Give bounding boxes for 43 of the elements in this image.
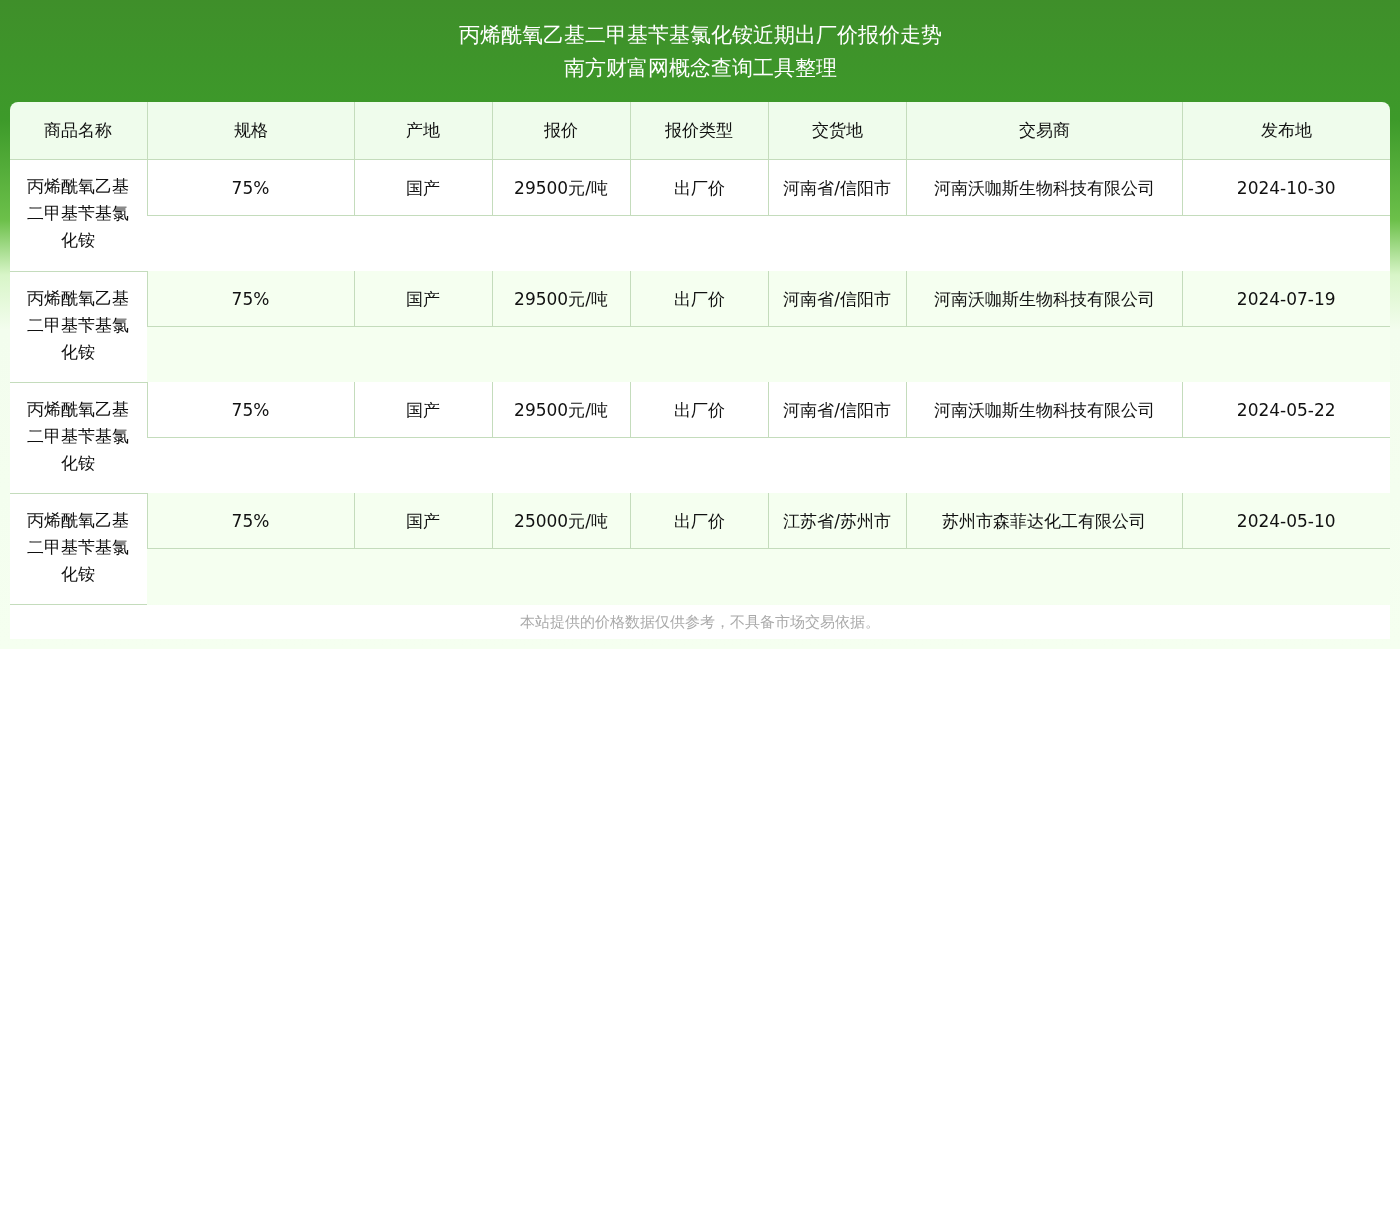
table-cell: 国产 — [354, 493, 492, 549]
page-title: 丙烯酰氧乙基二甲基苄基氯化铵近期出厂价报价走势 — [458, 22, 942, 49]
column-header: 报价类型 — [630, 102, 768, 160]
table-cell: 河南省/信阳市 — [768, 271, 906, 327]
table-cell: 29500元/吨 — [492, 382, 630, 438]
table-cell: 河南沃咖斯生物科技有限公司 — [906, 382, 1182, 438]
table-cell: 丙烯酰氧乙基二甲基苄基氯化铵 — [10, 271, 147, 382]
table-cell: 2024-05-22 — [1182, 382, 1390, 438]
table-cell: 出厂价 — [630, 159, 768, 216]
table-cell: 河南沃咖斯生物科技有限公司 — [906, 159, 1182, 216]
table-cell: 75% — [147, 271, 354, 327]
table-cell: 丙烯酰氧乙基二甲基苄基氯化铵 — [10, 159, 147, 271]
table-cell: 75% — [147, 159, 354, 216]
table-cell: 29500元/吨 — [492, 271, 630, 327]
column-header: 交易商 — [906, 102, 1182, 160]
table-cell: 苏州市森菲达化工有限公司 — [906, 493, 1182, 549]
column-header: 发布地 — [1182, 102, 1390, 160]
table-cell: 河南沃咖斯生物科技有限公司 — [906, 271, 1182, 327]
table-cell: 2024-05-10 — [1182, 493, 1390, 549]
table-cell: 河南省/信阳市 — [768, 382, 906, 438]
table-cell: 2024-10-30 — [1182, 159, 1390, 216]
disclaimer-text: 本站提供的价格数据仅供参考，不具备市场交易依据。 — [10, 604, 1390, 639]
page-title: 南方财富网概念查询工具整理 — [563, 55, 837, 82]
table-cell: 出厂价 — [630, 493, 768, 549]
table-cell: 75% — [147, 493, 354, 549]
table-cell: 29500元/吨 — [492, 159, 630, 216]
table-cell: 丙烯酰氧乙基二甲基苄基氯化铵 — [10, 382, 147, 493]
column-header: 产地 — [354, 102, 492, 160]
table-cell: 国产 — [354, 382, 492, 438]
column-header: 商品名称 — [10, 102, 147, 160]
table-cell: 75% — [147, 382, 354, 438]
column-header: 交货地 — [768, 102, 906, 160]
table-cell: 国产 — [354, 271, 492, 327]
table-cell: 出厂价 — [630, 271, 768, 327]
column-header: 规格 — [147, 102, 354, 160]
table-cell: 2024-07-19 — [1182, 271, 1390, 327]
table-cell: 25000元/吨 — [492, 493, 630, 549]
table-cell: 出厂价 — [630, 382, 768, 438]
table-cell: 国产 — [354, 159, 492, 216]
table-cell: 江苏省/苏州市 — [768, 493, 906, 549]
column-header: 报价 — [492, 102, 630, 160]
table-cell: 河南省/信阳市 — [768, 159, 906, 216]
table-cell: 丙烯酰氧乙基二甲基苄基氯化铵 — [10, 493, 147, 604]
